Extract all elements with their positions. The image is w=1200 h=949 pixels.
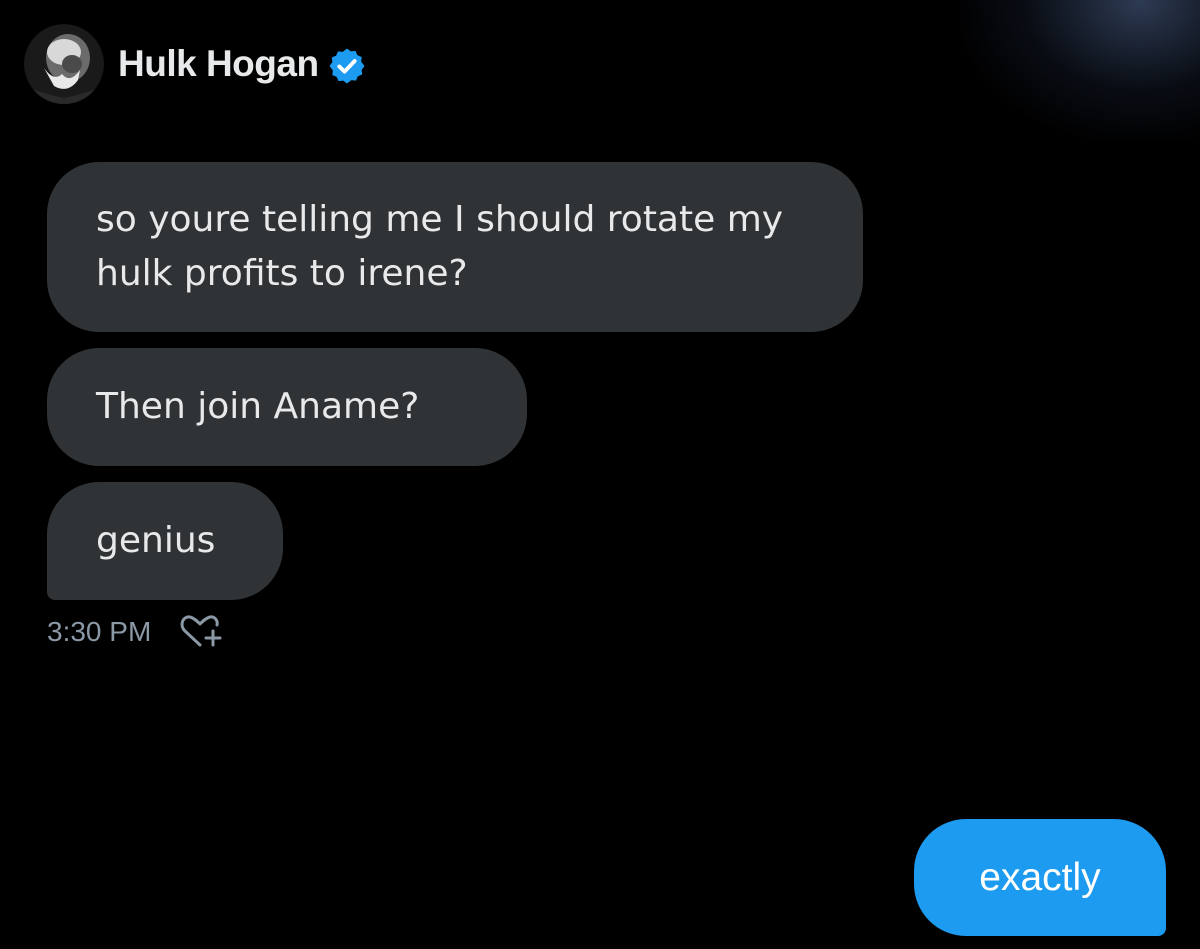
verified-badge-icon xyxy=(329,48,365,84)
add-reaction-heart-icon[interactable] xyxy=(177,612,225,652)
outgoing-message[interactable]: exactly xyxy=(914,819,1166,936)
avatar[interactable] xyxy=(24,24,104,104)
incoming-message[interactable]: Then join Aname? xyxy=(47,348,527,466)
incoming-message[interactable]: genius xyxy=(47,482,283,600)
background-glow xyxy=(960,0,1200,140)
message-meta: 3:30 PM xyxy=(47,612,225,652)
conversation-header: Hulk Hogan xyxy=(24,24,367,104)
message-timestamp: 3:30 PM xyxy=(47,616,152,647)
contact-name[interactable]: Hulk Hogan xyxy=(118,43,319,85)
incoming-message[interactable]: so youre telling me I should rotate my h… xyxy=(47,162,863,332)
